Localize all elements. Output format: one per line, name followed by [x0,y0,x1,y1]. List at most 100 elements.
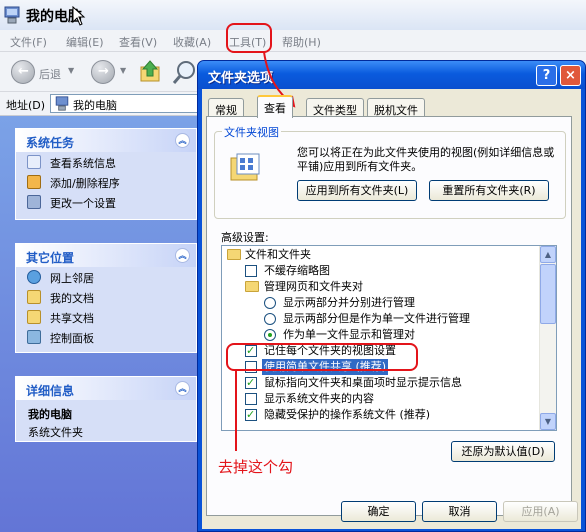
option-label: 显示系统文件夹的内容 [264,392,374,405]
collapse-icon[interactable]: ︽ [175,248,190,263]
folder-views-label: 文件夹视图 [222,124,281,140]
forward-dropdown-icon[interactable]: ▼ [120,66,126,75]
folder-views-description: 您可以将正在为此文件夹使用的视图(例如详细信息或平铺)应用到所有文件夹。 [297,146,555,173]
other-places-panel: 其它位置 ︽ 网上邻居 我的文档 共享文档 控制面板 [15,243,197,353]
close-button[interactable]: × [560,65,581,86]
tab-offline-files[interactable]: 脱机文件 [367,98,425,118]
annotation-option-highlight [226,343,418,371]
task-add-remove-programs[interactable]: 添加/删除程序 [16,172,196,192]
back-dropdown-icon[interactable]: ▼ [68,66,74,75]
details-header[interactable]: 详细信息 ︽ [16,377,196,400]
apply-button[interactable]: 应用(A) [503,501,578,522]
menu-favorites[interactable]: 收藏(A) [173,34,211,50]
programs-icon [27,175,41,189]
panel-title: 其它位置 [26,251,75,265]
radio[interactable] [264,297,276,309]
place-label: 网上邻居 [50,272,94,285]
menu-help[interactable]: 帮助(H) [282,34,321,50]
checkbox[interactable] [245,393,257,405]
place-shared-documents[interactable]: 共享文档 [16,307,196,327]
mouse-cursor-icon [72,6,86,26]
folder-icon [245,281,259,292]
checkbox[interactable] [245,407,257,423]
checkbox[interactable] [245,265,257,277]
folder-views-group: 文件夹视图 您可以将正在为此文件夹使用的视图(例如详细信息或平铺)应用到所有文件… [214,124,566,219]
back-button[interactable]: ← [11,60,35,84]
option-label: 鼠标指向文件夹和桌面项时显示提示信息 [264,376,462,389]
settings-icon [27,195,41,209]
collapse-icon[interactable]: ︽ [175,381,190,396]
tree-label: 文件和文件夹 [245,248,311,261]
annotation-connector [235,371,237,451]
address-input[interactable]: 我的电脑 [50,94,210,113]
folder-up-icon[interactable] [140,59,162,83]
advanced-settings-label: 高级设置: [221,231,269,244]
scroll-up-icon[interactable]: ▲ [540,246,556,263]
network-icon [27,270,41,284]
back-label: 后退 [39,68,61,81]
forward-arrow-icon: → [98,64,109,79]
help-button[interactable]: ? [536,65,557,86]
tab-general[interactable]: 常规 [208,98,244,118]
scroll-thumb[interactable] [540,264,556,324]
place-label: 我的文档 [50,292,94,305]
advanced-settings-list[interactable]: 文件和文件夹 不缓存缩略图 管理网页和文件夹对 显示两部分并分别进行管理 显示两… [221,245,557,431]
details-panel: 详细信息 ︽ 我的电脑 系统文件夹 [15,376,197,442]
panel-title: 详细信息 [26,384,75,398]
address-value: 我的电脑 [73,99,117,112]
menu-view[interactable]: 查看(V) [119,34,157,50]
restore-defaults-button[interactable]: 还原为默认值(D) [451,441,555,462]
details-name: 我的电脑 [28,408,72,421]
task-view-system-info[interactable]: 查看系统信息 [16,152,196,172]
ok-button[interactable]: 确定 [341,501,416,522]
task-label: 查看系统信息 [50,157,116,170]
option-label: 显示两部分并分别进行管理 [283,296,415,309]
annotation-text: 去掉这个勾 [218,458,294,476]
place-control-panel[interactable]: 控制面板 [16,327,196,347]
system-tasks-header[interactable]: 系统任务 ︽ [16,129,196,152]
menu-file[interactable]: 文件(F) [10,34,47,50]
folder-icon [27,290,41,304]
tab-view[interactable]: 查看 [257,95,293,118]
cancel-button[interactable]: 取消 [422,501,497,522]
computer-icon [4,6,20,24]
task-label: 更改一个设置 [50,197,116,210]
panel-title: 系统任务 [26,136,75,150]
radio[interactable] [264,313,276,325]
explorer-title-bar: 我的电脑 [0,0,586,30]
place-label: 控制面板 [50,332,94,345]
collapse-icon[interactable]: ︽ [175,133,190,148]
menu-edit[interactable]: 编辑(E) [66,34,104,50]
back-arrow-icon: ← [18,64,29,79]
folder-icon [227,249,241,260]
option-label: 不缓存缩略图 [264,264,330,277]
address-label: 地址(D) [6,99,46,112]
dialog-title-bar: 文件夹选项 ? × [198,61,585,89]
place-label: 共享文档 [50,312,94,325]
checkbox[interactable] [245,375,257,391]
other-places-header[interactable]: 其它位置 ︽ [16,244,196,267]
radio[interactable] [264,329,276,341]
forward-button[interactable]: → [91,60,115,84]
task-change-setting[interactable]: 更改一个设置 [16,192,196,212]
option-label: 作为单一文件显示和管理对 [283,328,415,341]
tab-file-types[interactable]: 文件类型 [306,98,364,118]
system-tasks-panel: 系统任务 ︽ 查看系统信息 添加/删除程序 更改一个设置 [15,128,197,220]
folder-views-icon [230,153,260,181]
scroll-down-icon[interactable]: ▼ [540,413,556,430]
place-my-documents[interactable]: 我的文档 [16,287,196,307]
reset-all-folders-button[interactable]: 重置所有文件夹(R) [429,180,549,201]
option-label: 显示两部分但是作为单一文件进行管理 [283,312,470,325]
place-network[interactable]: 网上邻居 [16,267,196,287]
annotation-tools-highlight [226,23,272,53]
tree-label: 管理网页和文件夹对 [264,280,363,293]
computer-icon [55,96,69,111]
menu-bar: 文件(F) 编辑(E) 查看(V) 收藏(A) 工具(T) 帮助(H) [0,30,586,52]
search-icon[interactable] [172,59,198,85]
option-label: 隐藏受保护的操作系统文件 (推荐) [264,408,431,421]
task-label: 添加/删除程序 [50,177,120,190]
advanced-list-scrollbar[interactable]: ▲ ▼ [539,246,556,430]
details-type: 系统文件夹 [28,426,83,439]
apply-to-all-folders-button[interactable]: 应用到所有文件夹(L) [297,180,417,201]
shared-folder-icon [27,310,41,324]
